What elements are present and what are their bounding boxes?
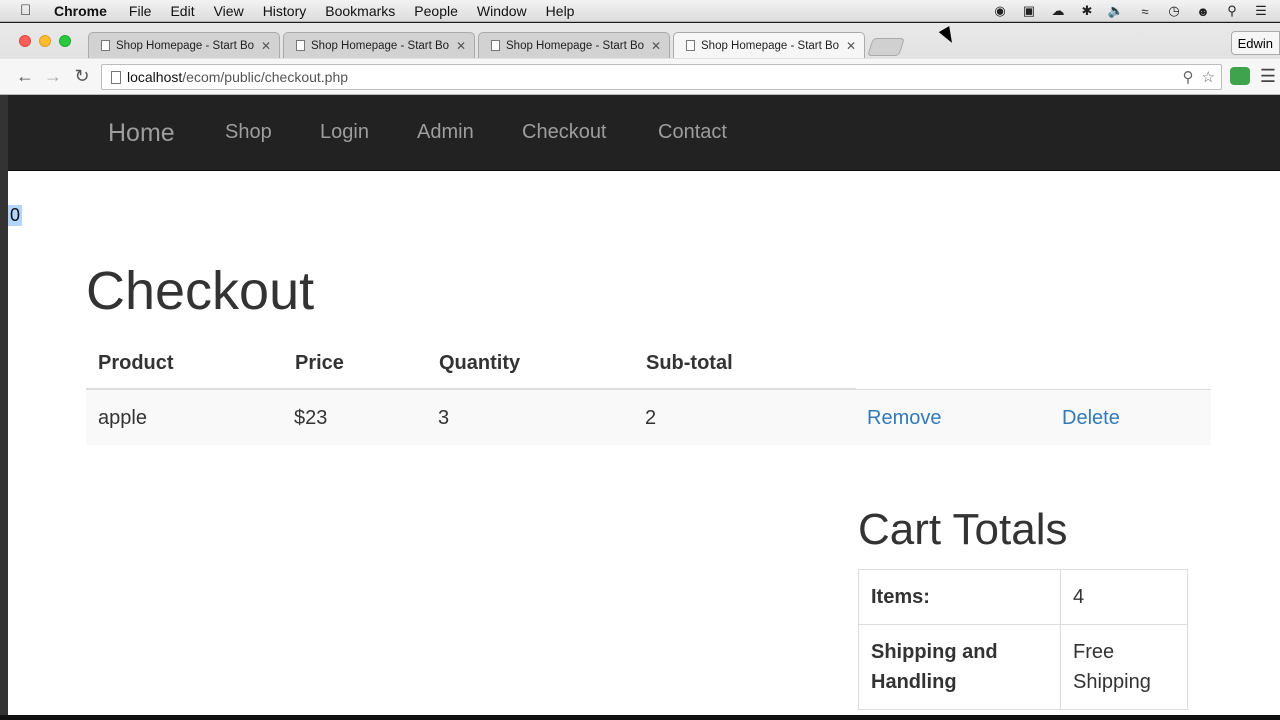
totals-label-items: Items: <box>858 569 1061 625</box>
extension-icon[interactable] <box>1230 67 1250 85</box>
nav-link-login[interactable]: Login <box>320 121 369 144</box>
back-arrow-icon[interactable]: ← <box>14 66 36 87</box>
status-icons: ◉ ▣ ☁ ✱ 🔈 ≈ ◷ ☻ ⚲ ☰ <box>991 0 1270 22</box>
page-viewport: Home Shop Login Admin Checkout Contact 0… <box>8 95 1280 715</box>
volume-icon[interactable]: 🔈 <box>1107 3 1125 19</box>
wifi-icon[interactable]: ≈ <box>1136 3 1154 19</box>
page-icon <box>101 40 110 51</box>
dock-edge <box>0 715 1280 720</box>
zoom-window-button[interactable] <box>59 35 71 47</box>
user-icon[interactable]: ☻ <box>1194 3 1212 19</box>
cart-totals-title: Cart Totals <box>858 505 1068 554</box>
delete-link[interactable]: Delete <box>1062 407 1120 430</box>
zoom-icon[interactable]: ⚲ <box>1183 68 1194 86</box>
page-icon <box>686 40 695 51</box>
cloud-icon[interactable]: ☁ <box>1049 3 1067 19</box>
cell-price: $23 <box>294 407 328 429</box>
screen-icon[interactable]: ▣ <box>1020 3 1038 19</box>
totals-row: Shipping and Handling Free Shipping <box>858 624 1188 710</box>
macos-menu-bar:  Chrome File Edit View History Bookmark… <box>0 0 1280 22</box>
browser-tab[interactable]: Shop Homepage - Start Bo ✕ <box>88 32 280 58</box>
notification-list-icon[interactable]: ☰ <box>1252 3 1270 19</box>
reload-icon[interactable]: ↻ <box>71 66 93 87</box>
omnibox-actions: ⚲ ☆ <box>1183 68 1215 86</box>
close-window-button[interactable] <box>19 35 31 47</box>
clock-icon[interactable]: ◷ <box>1165 3 1183 19</box>
url-path: /ecom/public/checkout.php <box>182 69 349 85</box>
menu-bookmarks[interactable]: Bookmarks <box>325 3 395 19</box>
close-tab-icon[interactable]: ✕ <box>846 39 856 53</box>
col-header-price: Price <box>295 351 344 374</box>
spotlight-search-icon[interactable]: ⚲ <box>1223 3 1241 19</box>
record-icon[interactable]: ◉ <box>991 3 1009 19</box>
page-icon <box>296 40 305 51</box>
nav-link-contact[interactable]: Contact <box>658 121 727 144</box>
nav-link-admin[interactable]: Admin <box>417 121 474 144</box>
browser-tab[interactable]: Shop Homepage - Start Bo ✕ <box>478 32 670 58</box>
cart-table: Product Price Quantity Sub-total <box>86 337 1211 389</box>
nav-link-checkout[interactable]: Checkout <box>522 121 607 144</box>
address-bar[interactable]: localhost/ecom/public/checkout.php ⚲ ☆ <box>101 64 1222 90</box>
menu-app-chrome[interactable]: Chrome <box>54 3 107 19</box>
totals-label-shipping: Shipping and Handling <box>858 624 1061 710</box>
col-header-product: Product <box>98 351 174 374</box>
bookmark-star-icon[interactable]: ☆ <box>1202 68 1215 86</box>
browser-chrome: Shop Homepage - Start Bo ✕ Shop Homepage… <box>0 23 1280 95</box>
browser-tab[interactable]: Shop Homepage - Start Bo ✕ <box>283 32 475 58</box>
tab-title: Shop Homepage - Start Bo <box>506 39 645 52</box>
nav-brand-home[interactable]: Home <box>108 119 175 148</box>
menu-edit[interactable]: Edit <box>170 3 194 19</box>
cart-totals-table: Items: 4 Shipping and Handling Free Ship… <box>858 569 1188 710</box>
col-header-empty <box>856 337 1211 389</box>
menu-view[interactable]: View <box>214 3 244 19</box>
totals-value-shipping: Free Shipping <box>1060 624 1188 710</box>
close-tab-icon[interactable]: ✕ <box>651 39 661 53</box>
totals-value-items: 4 <box>1060 569 1188 625</box>
desktop-edge <box>0 95 8 715</box>
table-header-row: Product Price Quantity Sub-total <box>86 337 1211 389</box>
header-divider <box>86 388 856 390</box>
col-header-quantity: Quantity <box>439 351 521 374</box>
profile-button[interactable]: Edwin <box>1230 31 1280 55</box>
cell-product: apple <box>98 407 147 429</box>
close-tab-icon[interactable]: ✕ <box>456 39 466 53</box>
page-icon <box>491 40 500 51</box>
totals-row: Items: 4 <box>858 569 1188 625</box>
nav-link-shop[interactable]: Shop <box>225 121 272 144</box>
bluetooth-icon[interactable]: ✱ <box>1078 3 1096 19</box>
page-info-icon[interactable] <box>111 70 121 84</box>
menu-file[interactable]: File <box>129 3 152 19</box>
page-title: Checkout <box>86 261 315 321</box>
tab-title: Shop Homepage - Start Bo <box>116 39 255 52</box>
chrome-menu-icon[interactable]: ☰ <box>1260 66 1276 87</box>
col-header-subtotal: Sub-total <box>646 351 733 374</box>
menu-people[interactable]: People <box>414 3 458 19</box>
url-host: localhost <box>127 69 183 85</box>
menu-window[interactable]: Window <box>477 3 527 19</box>
cell-quantity: 3 <box>438 407 450 429</box>
apple-icon[interactable]:  <box>20 2 36 19</box>
menu-history[interactable]: History <box>263 3 307 19</box>
cell-subtotal: 2 <box>645 407 657 429</box>
remove-link[interactable]: Remove <box>867 407 941 430</box>
tab-title: Shop Homepage - Start Bo <box>701 39 840 52</box>
menu-help[interactable]: Help <box>546 3 575 19</box>
selected-text: 0 <box>8 205 23 226</box>
tab-strip: Shop Homepage - Start Bo ✕ Shop Homepage… <box>88 32 868 58</box>
site-navbar: Home Shop Login Admin Checkout Contact <box>8 95 1280 171</box>
forward-arrow-icon[interactable]: → <box>42 66 64 87</box>
tab-title: Shop Homepage - Start Bo <box>311 39 450 52</box>
minimize-window-button[interactable] <box>39 35 51 47</box>
close-tab-icon[interactable]: ✕ <box>261 39 271 53</box>
window-controls <box>19 35 71 47</box>
new-tab-button[interactable] <box>867 38 905 56</box>
browser-tab-active[interactable]: Shop Homepage - Start Bo ✕ <box>673 32 865 58</box>
browser-toolbar: ← → ↻ localhost/ecom/public/checkout.php… <box>0 59 1280 95</box>
